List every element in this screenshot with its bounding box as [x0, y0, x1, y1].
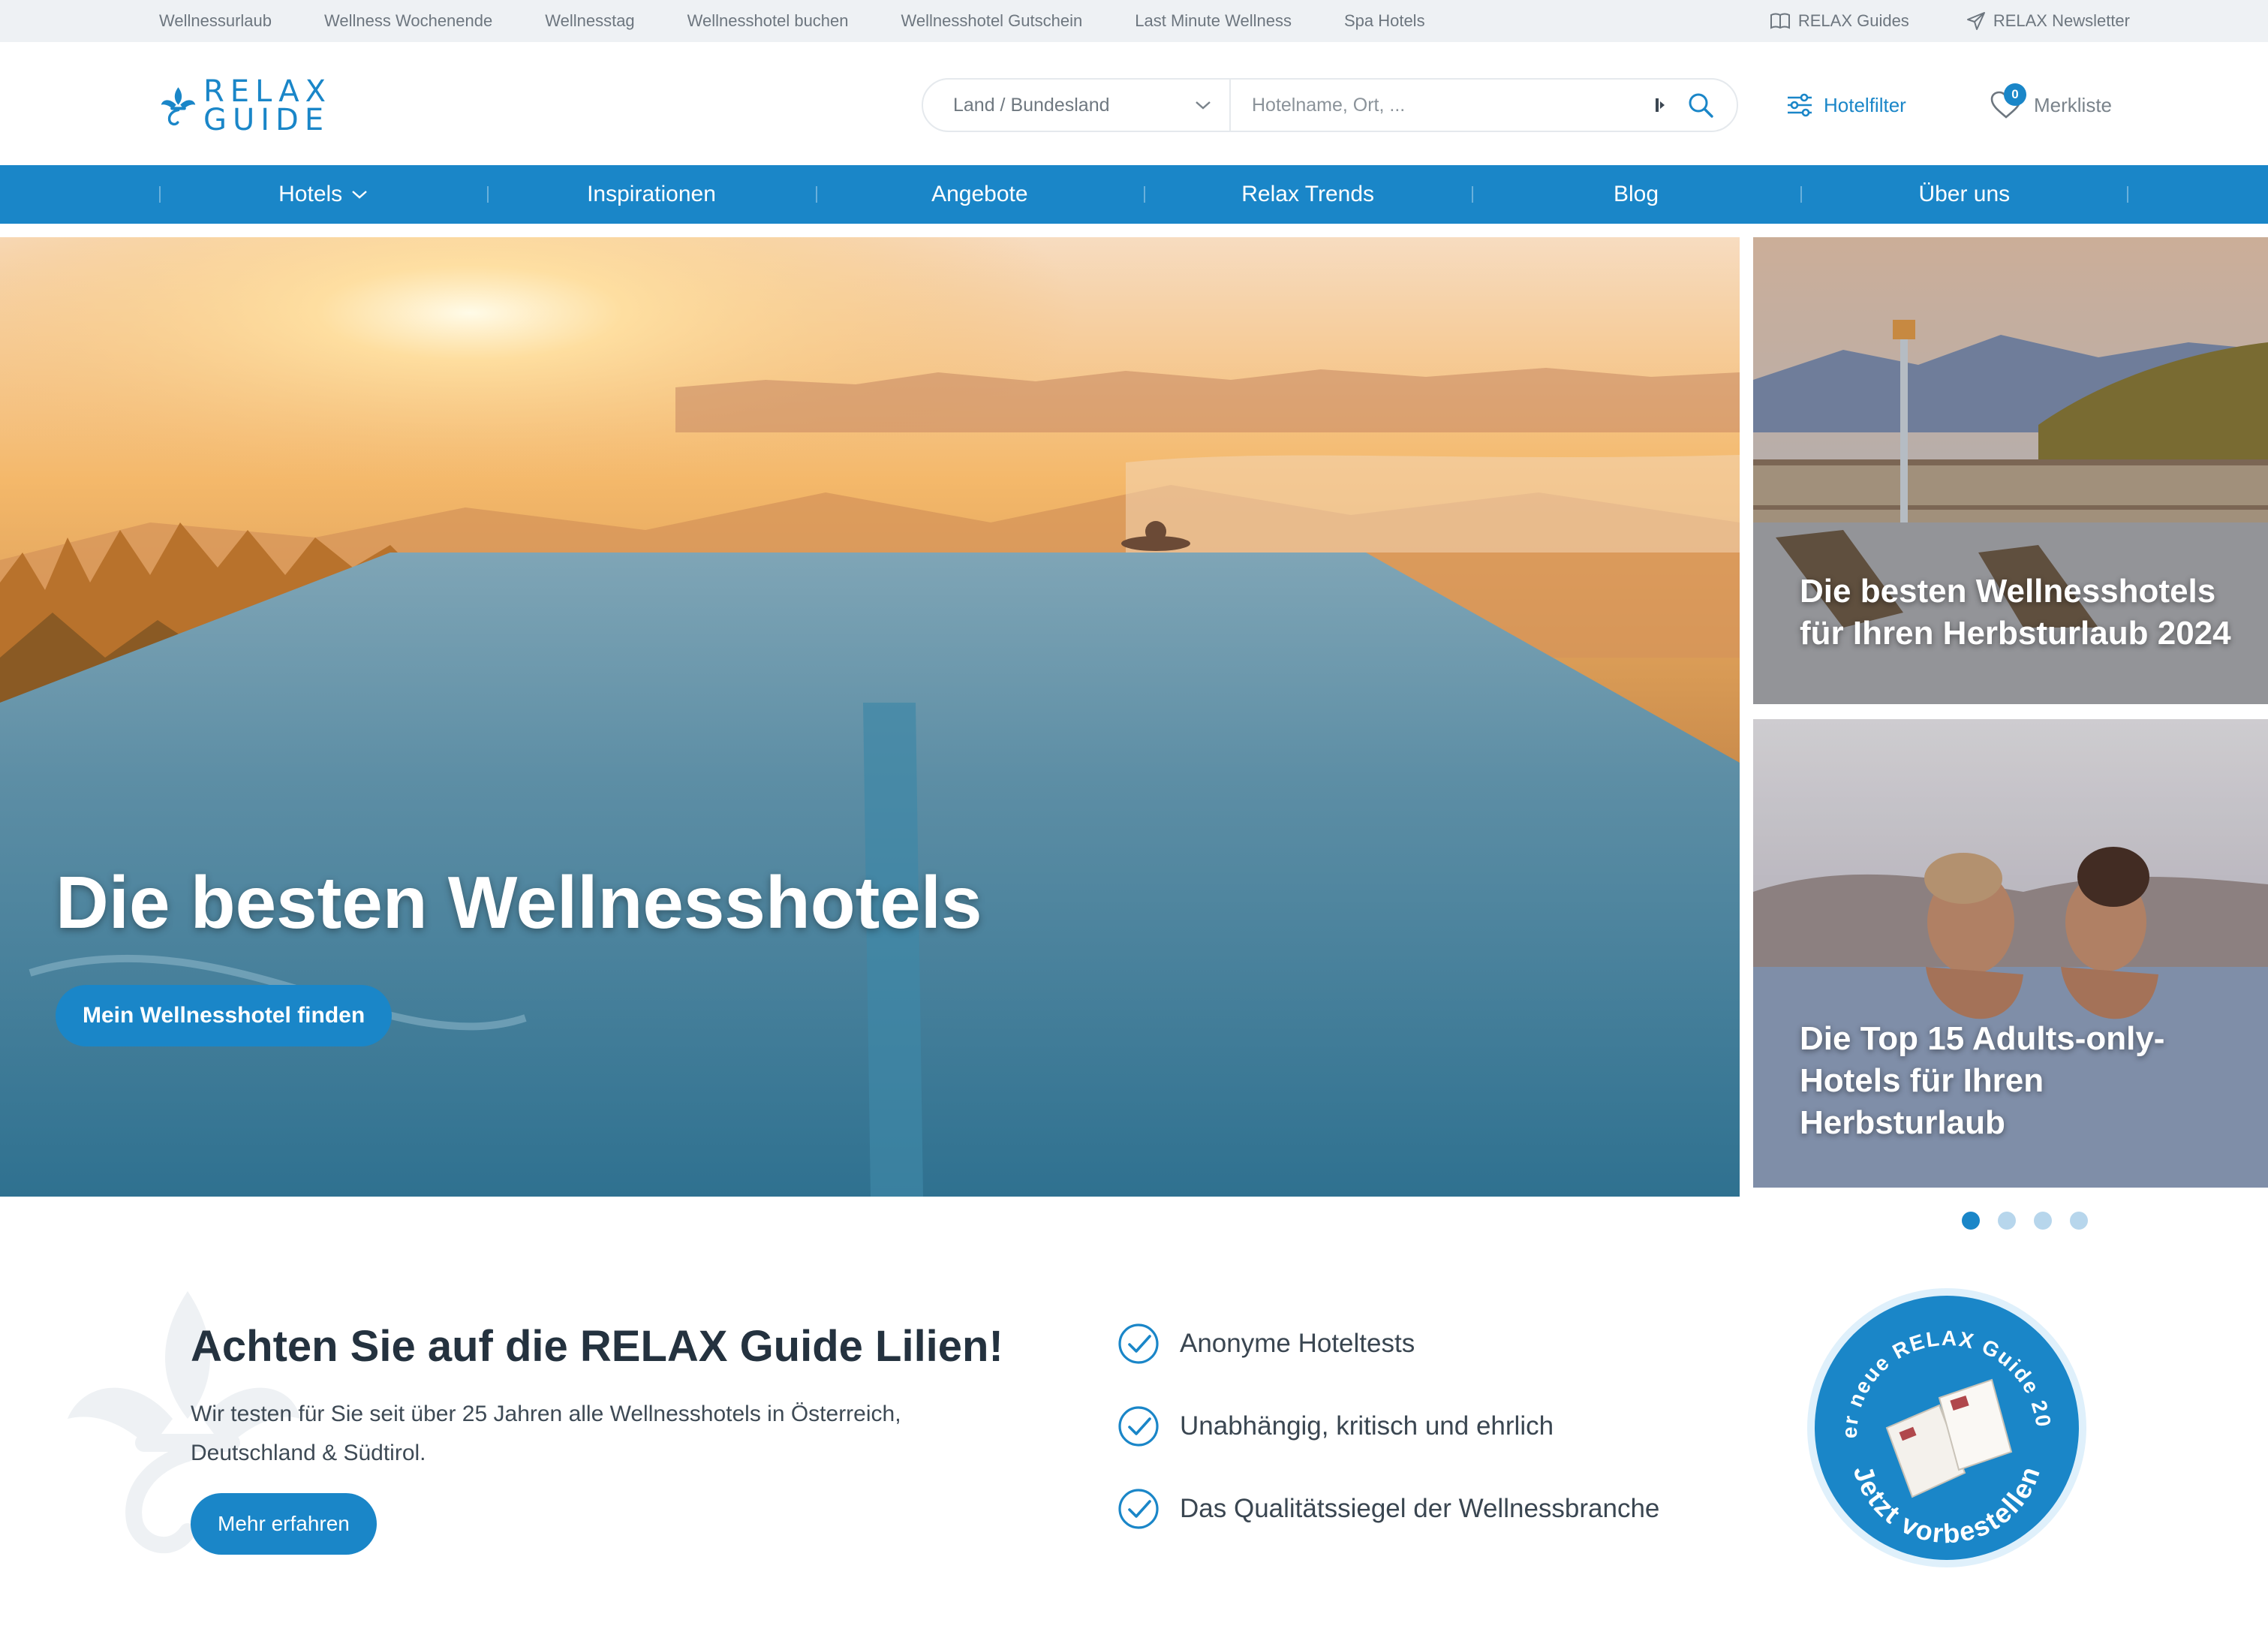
nav-item-inspirationen-label: Inspirationen — [587, 182, 716, 206]
relax-guides-link[interactable]: RELAX Guides — [1770, 11, 1909, 31]
check-circle-icon — [1118, 1406, 1159, 1447]
top-right-links: RELAX Guides RELAX Newsletter — [1713, 0, 2130, 42]
chevron-down-icon — [352, 191, 367, 199]
teaser-card-adults-only[interactable]: Die Top 15 Adults-only-Hotels für Ihren … — [1753, 719, 2268, 1188]
top-link-wellnesstag[interactable]: Wellnesstag — [545, 11, 634, 31]
hotelfilter-label: Hotelfilter — [1824, 93, 1906, 116]
top-link-wellnesshotel-buchen[interactable]: Wellnesshotel buchen — [687, 11, 849, 31]
check-circle-icon — [1118, 1323, 1159, 1364]
top-link-spa-hotels[interactable]: Spa Hotels — [1344, 11, 1425, 31]
mehr-erfahren-button[interactable]: Mehr erfahren — [191, 1493, 377, 1555]
hero-banner[interactable]: Die besten Wellnesshotels Mein Wellnessh… — [0, 237, 1740, 1197]
nav-item-ueber-uns[interactable]: Über uns — [1800, 165, 2129, 224]
hotelfilter-button[interactable]: Hotelfilter — [1786, 90, 1906, 120]
relax-newsletter-link[interactable]: RELAX Newsletter — [1966, 11, 2130, 31]
nav-item-ueber-uns-label: Über uns — [1918, 182, 2011, 206]
nav-item-angebote[interactable]: Angebote — [815, 165, 1144, 224]
nav-item-hotels-label: Hotels — [278, 182, 343, 206]
search-actions — [1635, 92, 1737, 119]
find-wellnesshotel-button[interactable]: Mein Wellnesshotel finden — [56, 985, 393, 1046]
top-link-wellnessurlaub[interactable]: Wellnessurlaub — [159, 11, 272, 31]
feature-item: Das Qualitätssiegel der Wellnessbranche — [1117, 1486, 1659, 1531]
feature-item: Unabhängig, kritisch und ehrlich — [1117, 1404, 1659, 1449]
relax-guide-logo[interactable]: RELAX GUIDE — [159, 72, 332, 140]
search-icon[interactable] — [1687, 92, 1714, 119]
teaser-card-herbsturlaub[interactable]: Die besten Wellnesshotels für Ihren Herb… — [1753, 237, 2268, 704]
teaser-title-herbsturlaub: Die besten Wellnesshotels für Ihren Herb… — [1800, 573, 2231, 652]
country-select[interactable]: Land / Bundesland — [923, 80, 1231, 131]
paper-plane-icon — [1966, 12, 1985, 30]
feature-label: Anonyme Hoteltests — [1180, 1329, 1415, 1358]
top-link-wellnesshotel-gutschein[interactable]: Wellnesshotel Gutschein — [901, 11, 1083, 31]
feature-list: Anonyme Hoteltests Unabhängig, kritisch … — [1117, 1321, 1659, 1569]
logo-word-guide: GUIDE — [203, 103, 330, 137]
relax-guide-2025-preorder-seal[interactable]: Der neue RELAX Guide 2025 Jetzt vorbeste… — [1804, 1285, 2089, 1570]
main-navigation: Hotels Inspirationen Angebote Relax Tren… — [0, 165, 2268, 224]
hero-infinity-pool-image — [0, 237, 1740, 1197]
merkliste-count-badge: 0 — [2004, 83, 2026, 106]
hotel-search-input[interactable] — [1231, 80, 1635, 131]
slider-dots — [1962, 1212, 2106, 1230]
feature-item: Anonyme Hoteltests — [1117, 1321, 1659, 1366]
lilien-title: Achten Sie auf die RELAX Guide Lilien! — [191, 1322, 1003, 1371]
nav-item-relax-trends[interactable]: Relax Trends — [1143, 165, 1472, 224]
nav-item-blog[interactable]: Blog — [1472, 165, 1800, 224]
nav-item-blog-label: Blog — [1613, 182, 1659, 206]
slider-dot-2[interactable] — [1998, 1212, 2016, 1230]
top-link-last-minute-wellness[interactable]: Last Minute Wellness — [1135, 11, 1292, 31]
hero-title: Die besten Wellnesshotels — [56, 861, 982, 944]
merkliste-label: Merkliste — [2034, 93, 2113, 116]
teaser-title-adults-only: Die Top 15 Adults-only-Hotels für Ihren … — [1800, 1020, 2165, 1141]
nav-item-inspirationen[interactable]: Inspirationen — [487, 165, 815, 224]
relax-guides-label: RELAX Guides — [1797, 11, 1909, 30]
feature-label: Das Qualitätssiegel der Wellnessbranche — [1180, 1494, 1660, 1523]
site-header: RELAX GUIDE Land / Bundesland Hotelfilte… — [0, 42, 2268, 165]
search-bar: Land / Bundesland — [922, 78, 1738, 132]
heart-icon: 0 — [1987, 83, 2026, 124]
lilien-description: Wir testen für Sie seit über 25 Jahren a… — [191, 1402, 901, 1465]
slider-dot-4[interactable] — [2070, 1212, 2088, 1230]
slider-dot-3[interactable] — [2034, 1212, 2052, 1230]
top-link-wellness-wochenende[interactable]: Wellness Wochenende — [324, 11, 492, 31]
chevron-down-icon — [1196, 101, 1211, 110]
logo-word-relax: RELAX — [203, 74, 332, 109]
country-select-placeholder: Land / Bundesland — [953, 94, 1110, 116]
top-links: Wellnessurlaub Wellness Wochenende Welln… — [159, 0, 1478, 42]
calendar-icon[interactable] — [1654, 95, 1668, 115]
book-icon — [1770, 13, 1790, 29]
nav-item-relax-trends-label: Relax Trends — [1241, 182, 1375, 206]
relax-newsletter-label: RELAX Newsletter — [1993, 11, 2130, 30]
check-circle-icon — [1118, 1489, 1159, 1529]
top-utility-bar: Wellnessurlaub Wellness Wochenende Welln… — [0, 0, 2268, 42]
slider-dot-1[interactable] — [1962, 1212, 1980, 1230]
sliders-icon — [1788, 93, 1812, 117]
nav-item-hotels[interactable]: Hotels — [159, 165, 487, 224]
nav-item-angebote-label: Angebote — [931, 182, 1028, 206]
merkliste-button[interactable]: 0 Merkliste — [1987, 83, 2113, 126]
lily-logo-icon — [161, 87, 196, 126]
feature-label: Unabhängig, kritisch und ehrlich — [1180, 1411, 1554, 1441]
